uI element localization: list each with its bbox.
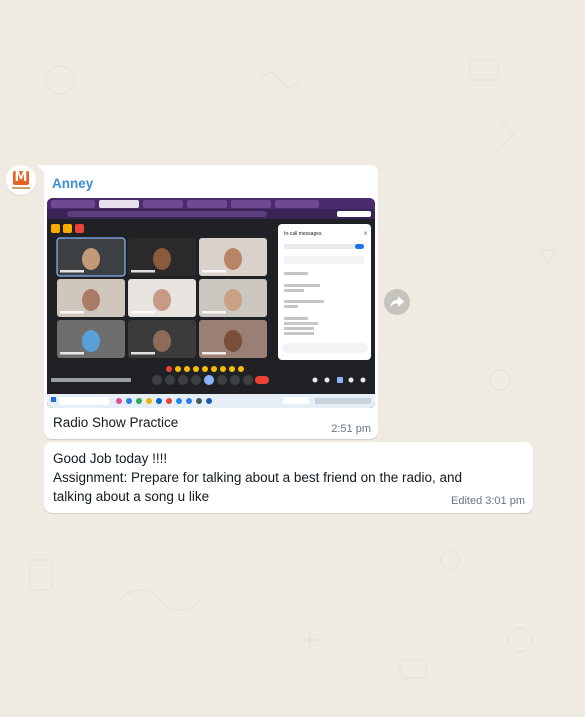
screenshot-preview: In-call messages × (47, 198, 375, 408)
participant-face (224, 248, 242, 270)
message-line-2: Assignment: Prepare for talking about a … (53, 470, 463, 485)
message-bubble-image[interactable]: Anney In-call messages × Radio Show Prac… (37, 165, 378, 439)
edited-timestamp: Edited 3:01 pm (451, 495, 525, 507)
image-attachment[interactable]: In-call messages × (47, 198, 375, 408)
participant-face (82, 289, 100, 311)
sender-name[interactable]: Anney (52, 176, 93, 191)
svg-text:×: × (363, 230, 368, 237)
image-caption: Radio Show Practice (53, 415, 179, 430)
forward-button[interactable] (384, 289, 410, 315)
message-bubble-text[interactable]: Good Job today !!!! Assignment: Prepare … (44, 442, 533, 513)
message-timestamp: 2:51 pm (331, 423, 371, 435)
participant-face (224, 289, 242, 311)
participant-name (202, 352, 226, 355)
message-line-3: talking about a song u like (53, 489, 210, 504)
participant-face (82, 248, 100, 270)
side-panel-title: In-call messages (284, 231, 322, 237)
participant-face (224, 330, 242, 352)
participant-name (202, 311, 226, 314)
message-line-1: Good Job today !!!! (53, 451, 168, 466)
participant-name (202, 270, 226, 273)
participant-face (153, 289, 171, 311)
participant-name (131, 270, 155, 273)
participant-face (153, 330, 171, 352)
participant-name (131, 311, 155, 314)
participant-face (82, 330, 100, 352)
participant-face (153, 248, 171, 270)
logo-avatar: M (13, 170, 29, 185)
participant-name (60, 270, 84, 273)
participant-name (131, 352, 155, 355)
forward-arrow-icon (390, 296, 404, 308)
logo-underline (12, 187, 30, 189)
participant-name (60, 311, 84, 314)
participant-name (60, 352, 84, 355)
sender-avatar[interactable]: M (6, 165, 36, 195)
